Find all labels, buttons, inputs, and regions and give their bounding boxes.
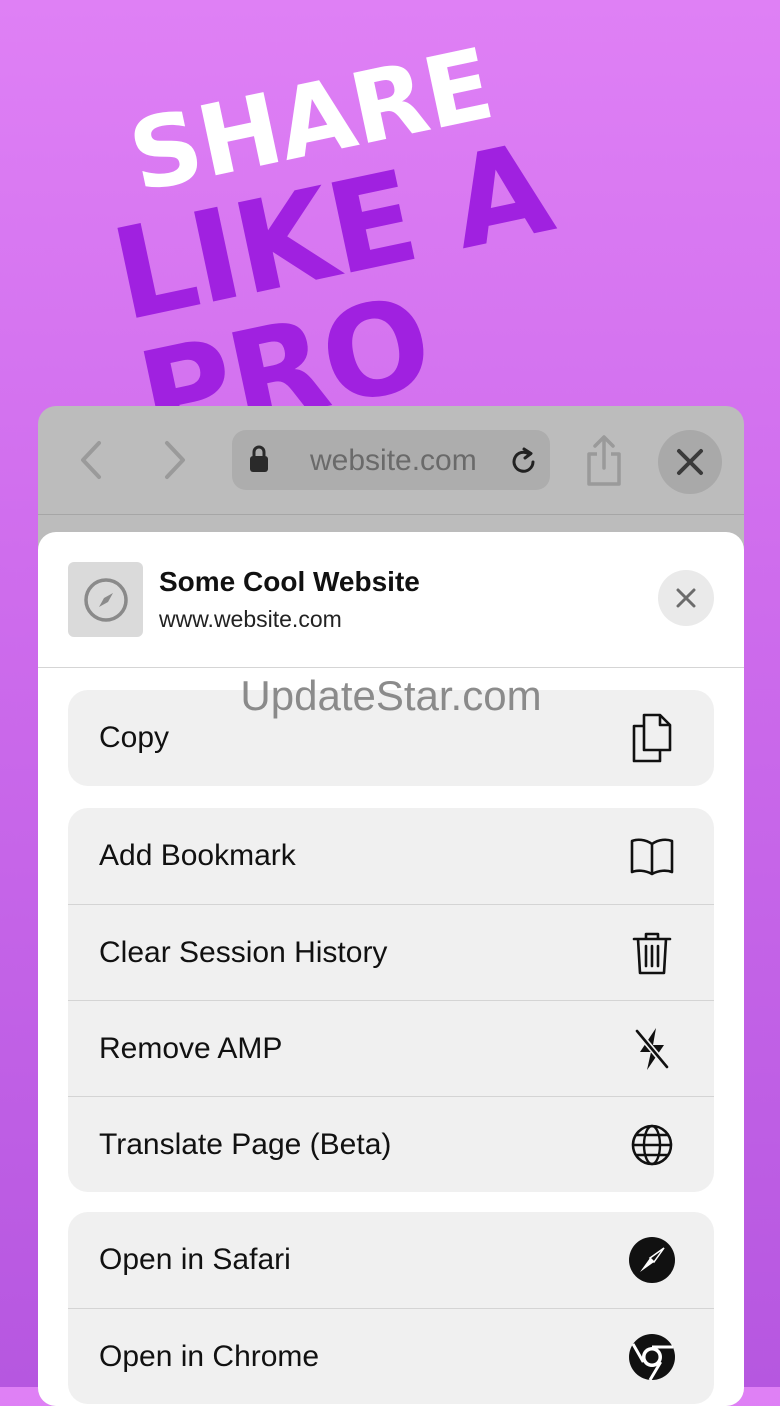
action-label: Copy (99, 721, 170, 754)
address-bar[interactable]: website.com (232, 430, 550, 490)
sheet-close-button[interactable] (658, 570, 714, 626)
bolt-slash-icon (628, 1025, 676, 1073)
share-sheet: Some Cool Website www.website.com Update… (38, 532, 744, 1406)
browser-close-button[interactable] (658, 430, 722, 494)
reload-icon[interactable] (510, 446, 538, 476)
action-translate-page[interactable]: Translate Page (Beta) (68, 1096, 714, 1192)
browser-toolbar: website.com (38, 406, 744, 514)
action-clear-session-history[interactable]: Clear Session History (68, 904, 714, 1000)
share-button[interactable] (582, 432, 626, 490)
site-thumbnail (68, 562, 143, 637)
action-group-page: Add Bookmark Clear Session History Remov… (68, 808, 714, 1192)
back-button[interactable] (74, 436, 108, 484)
chevron-right-icon (165, 441, 185, 479)
action-label: Add Bookmark (99, 839, 296, 872)
action-open-in-chrome[interactable]: Open in Chrome (68, 1308, 714, 1404)
chrome-icon (628, 1333, 676, 1381)
url-text: website.com (310, 444, 477, 477)
action-group-copy: Copy (68, 690, 714, 786)
trash-icon (628, 929, 676, 977)
action-add-bookmark[interactable]: Add Bookmark (68, 808, 714, 904)
copy-icon (628, 713, 676, 763)
site-title: Some Cool Website (159, 566, 420, 597)
action-copy[interactable]: Copy (68, 690, 714, 786)
action-label: Remove AMP (99, 1031, 283, 1065)
action-label: Open in Chrome (99, 1339, 320, 1373)
close-icon (676, 588, 696, 608)
share-icon (587, 435, 621, 486)
action-group-open: Open in Safari Open in Chrome (68, 1212, 714, 1404)
forward-button[interactable] (158, 436, 192, 484)
action-open-in-safari[interactable]: Open in Safari (68, 1212, 714, 1308)
safari-icon (628, 1236, 676, 1284)
chevron-left-icon (81, 441, 101, 479)
toolbar-divider (38, 514, 744, 515)
browser-card: website.com Some Cool Website www.websit… (38, 406, 744, 1406)
action-label: Open in Safari (99, 1243, 291, 1276)
action-label: Translate Page (Beta) (99, 1127, 392, 1161)
site-url: www.website.com (159, 606, 342, 632)
lock-icon (250, 445, 268, 472)
book-icon (628, 832, 676, 880)
globe-icon (628, 1121, 676, 1169)
sheet-header: Some Cool Website www.website.com (38, 532, 744, 668)
headline: SHARE LIKE A PRO (70, 0, 780, 472)
compass-icon (83, 577, 128, 622)
close-icon (677, 449, 703, 475)
action-remove-amp[interactable]: Remove AMP (68, 1000, 714, 1096)
action-label: Clear Session History (99, 935, 388, 969)
